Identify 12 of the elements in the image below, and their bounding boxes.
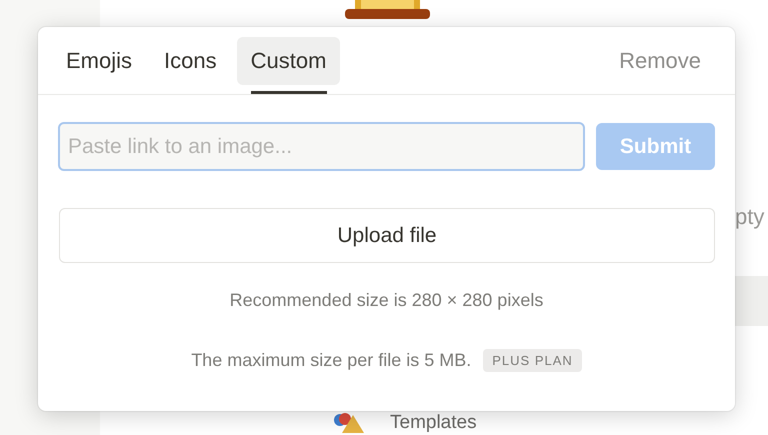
upload-file-button[interactable]: Upload file xyxy=(59,208,715,263)
recommendation-text: Recommended size is 280 × 280 pixels xyxy=(230,289,544,312)
tab[interactable]: Icons xyxy=(152,36,229,84)
link-input-field[interactable]: Paste link to an image... xyxy=(58,122,585,171)
plan-badge: PLUS PLAN xyxy=(483,348,582,372)
templates-icon xyxy=(334,413,364,433)
max-size-text: The maximum size per file is 5 MB. xyxy=(191,349,472,372)
templates-label[interactable]: Templates xyxy=(390,412,477,434)
side-text: pty xyxy=(735,203,764,231)
tab[interactable]: Emojis xyxy=(54,36,144,84)
row-highlight xyxy=(735,276,768,326)
tab[interactable]: Custom xyxy=(236,36,340,84)
